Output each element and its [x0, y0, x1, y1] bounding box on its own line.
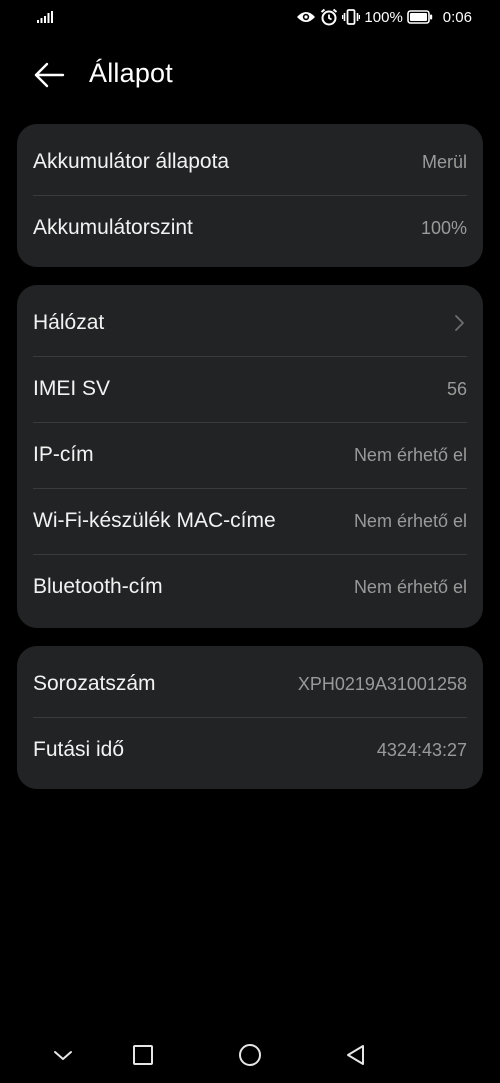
triangle-back-icon: [347, 1045, 364, 1065]
row-label: Wi-Fi-készülék MAC-címe: [33, 509, 276, 532]
row-label: IP-cím: [33, 443, 94, 466]
row-label: IMEI SV: [33, 377, 111, 400]
battery-card: Akkumulátor állapota Merül Akkumulátorsz…: [17, 124, 483, 267]
imei-sv-row: IMEI SV 56: [33, 356, 467, 422]
row-value: 100%: [420, 217, 467, 238]
battery-percent: 100%: [364, 8, 403, 26]
row-value: 56: [446, 378, 467, 399]
row-label: Sorozatszám: [33, 672, 156, 695]
navigation-bar: [0, 1030, 500, 1078]
row-value: Nem érhető el: [353, 444, 467, 465]
row-value: 4324:43:27: [376, 739, 467, 760]
row-label: Akkumulátorszint: [33, 216, 193, 239]
status-time: 0:06: [442, 8, 472, 26]
row-label: Hálózat: [33, 311, 105, 334]
ip-address-row: IP-cím Nem érhető el: [33, 422, 467, 488]
network-card: Hálózat IMEI SV 56 IP-cím Nem érhető el …: [17, 285, 483, 628]
battery-icon: [406, 10, 432, 24]
serial-number-row: Sorozatszám XPH0219A31001258: [33, 651, 467, 717]
square-icon: [133, 1045, 153, 1065]
row-value: Merül: [421, 151, 467, 172]
alarm-icon: [321, 8, 338, 26]
wifi-mac-row: Wi-Fi-készülék MAC-címe Nem érhető el: [33, 488, 467, 554]
signal-icon: [37, 11, 53, 23]
status-icons: 100% 0:06: [296, 7, 472, 27]
row-value: XPH0219A31001258: [297, 673, 467, 694]
nav-back-button[interactable]: [343, 1042, 369, 1068]
hide-nav-button[interactable]: [50, 1042, 76, 1068]
battery-status-row: Akkumulátor állapota Merül: [33, 129, 467, 195]
chevron-right-icon: [455, 315, 464, 331]
header: Állapot: [0, 52, 500, 98]
row-label: Bluetooth-cím: [33, 575, 163, 598]
row-label: Akkumulátor állapota: [33, 150, 230, 173]
circle-icon: [239, 1044, 261, 1066]
recents-button[interactable]: [130, 1042, 156, 1068]
row-value: Nem érhető el: [353, 510, 467, 531]
eye-icon: [297, 12, 316, 22]
chevron-down-icon: [54, 1051, 72, 1060]
back-button[interactable]: [32, 60, 66, 90]
arrow-left-icon: [34, 62, 65, 88]
bluetooth-address-row: Bluetooth-cím Nem érhető el: [33, 554, 467, 620]
uptime-row: Futási idő 4324:43:27: [33, 717, 467, 783]
page-title: Állapot: [89, 58, 173, 88]
battery-level-row: Akkumulátorszint 100%: [33, 195, 467, 261]
network-row[interactable]: Hálózat: [33, 290, 467, 356]
device-card: Sorozatszám XPH0219A31001258 Futási idő …: [17, 646, 483, 789]
status-bar: 100% 0:06: [0, 0, 500, 36]
home-button[interactable]: [237, 1042, 263, 1068]
vibrate-icon: [342, 9, 361, 25]
row-value: Nem érhető el: [353, 576, 467, 597]
row-label: Futási idő: [33, 738, 125, 761]
